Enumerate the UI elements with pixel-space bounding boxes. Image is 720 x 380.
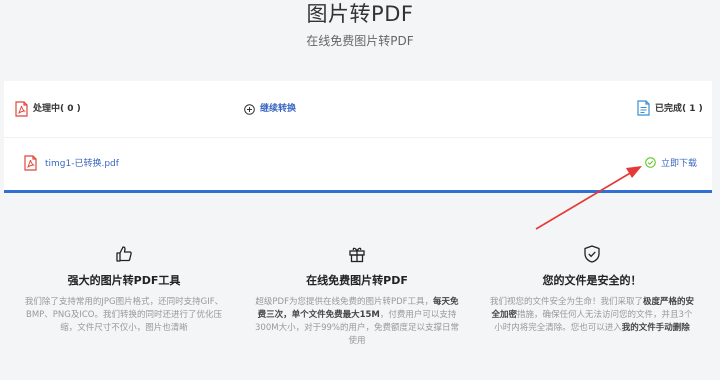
feature-description-text: 我们视您的文件安全为生命！我们采取了 bbox=[489, 297, 643, 307]
feature-card-secure: 您的文件是安全的！ 我们视您的文件安全为生命！我们采取了极度严格的安全加密措施，… bbox=[482, 244, 702, 335]
feature-description: 超级PDF为您提供在线免费的图片转PDF工具，每天免费三次，单个文件免费最大15… bbox=[247, 296, 467, 348]
document-icon bbox=[637, 100, 650, 116]
pdf-file-icon bbox=[15, 101, 28, 117]
check-circle-icon[interactable] bbox=[645, 157, 656, 168]
shield-check-icon bbox=[584, 245, 600, 263]
conversion-panel: 处理中( 0 ) 继续转换 已完成( 1 ) timg1-已转换.pdf 立即下… bbox=[4, 81, 712, 193]
thumbs-up-icon bbox=[116, 246, 132, 262]
feature-description-text: 超级PDF为您提供在线免费的图片转PDF工具， bbox=[255, 297, 434, 307]
download-button[interactable]: 立即下载 bbox=[661, 158, 697, 170]
feature-card-free: 在线免费图片转PDF 超级PDF为您提供在线免费的图片转PDF工具，每天免费三次… bbox=[247, 244, 467, 348]
feature-description-highlight: 我的文件手动删除 bbox=[621, 323, 690, 333]
status-bar: 处理中( 0 ) 继续转换 已完成( 1 ) bbox=[4, 81, 712, 138]
file-name-link[interactable]: timg1-已转换.pdf bbox=[45, 158, 119, 170]
feature-title: 强大的图片转PDF工具 bbox=[67, 274, 181, 287]
pdf-file-icon bbox=[24, 155, 37, 171]
continue-convert-button[interactable]: 继续转换 bbox=[260, 103, 296, 115]
plus-circle-icon[interactable] bbox=[244, 104, 255, 115]
processing-count-label: 处理中( 0 ) bbox=[33, 104, 81, 114]
gift-icon bbox=[349, 247, 365, 263]
page-subtitle: 在线免费图片转PDF bbox=[306, 34, 414, 48]
feature-title: 您的文件是安全的！ bbox=[542, 274, 642, 287]
file-row: timg1-已转换.pdf 立即下载 bbox=[4, 137, 712, 190]
feature-description: 我们视您的文件安全为生命！我们采取了极度严格的安全加密措施，确保任何人无法访问您… bbox=[482, 296, 702, 335]
page-title: 图片转PDF bbox=[306, 2, 414, 26]
completed-count-label: 已完成( 1 ) bbox=[655, 104, 703, 114]
feature-title: 在线免费图片转PDF bbox=[306, 274, 408, 287]
feature-card-powerful: 强大的图片转PDF工具 我们除了支持常用的JPG图片格式，还同时支持GIF、BM… bbox=[14, 244, 234, 335]
feature-description: 我们除了支持常用的JPG图片格式，还同时支持GIF、BMP、PNG及ICO。我们… bbox=[24, 297, 224, 333]
